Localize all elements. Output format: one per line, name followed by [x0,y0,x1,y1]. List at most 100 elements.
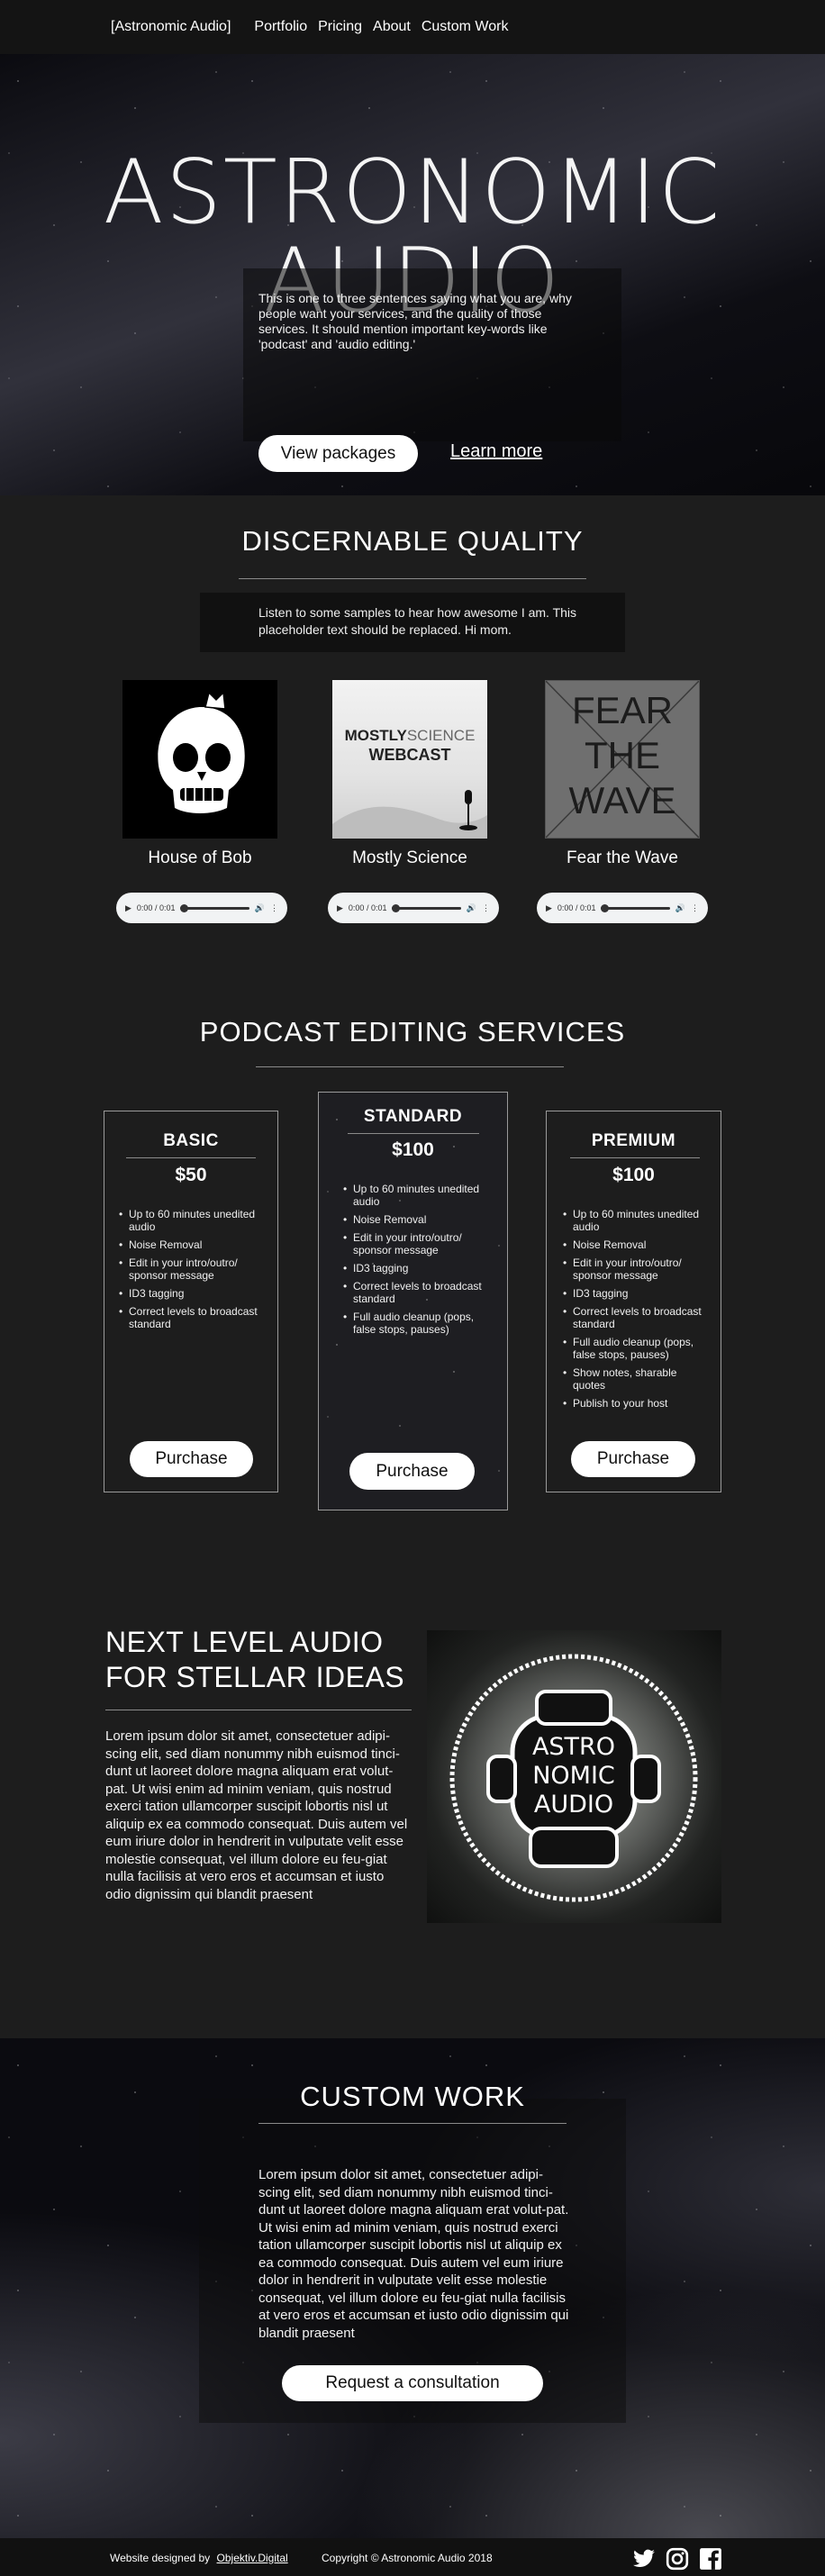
custom-work-heading: CUSTOM WORK [300,2081,525,2112]
plan-card-premium: PREMIUM $100 Up to 60 minutes unedited a… [546,1111,721,1492]
custom-work-divider [258,2123,567,2124]
about-heading-line-2: FOR STELLAR IDEAS [105,1661,405,1693]
quality-description: Listen to some samples to hear how aweso… [258,605,577,637]
view-packages-button[interactable]: View packages [258,435,418,472]
feature-item: Full audio cleanup (pops, false stops, p… [563,1336,709,1361]
feature-item: Noise Removal [343,1213,487,1226]
volume-icon[interactable]: 🔊 [255,903,265,913]
astronaut-logo-image: ASTRO NOMIC AUDIO [427,1630,721,1923]
audio-player-fear-the-wave[interactable]: ▶ 0:00 / 0:01 🔊 ⋮ [537,893,708,923]
more-options-icon[interactable]: ⋮ [482,903,490,913]
audio-time: 0:00 / 0:01 [348,903,387,912]
instagram-icon[interactable] [666,2547,689,2571]
artwork-text-webcast: WEBCAST [368,746,451,764]
artwork-text-the: THE [585,734,660,776]
footer-copyright: Copyright © Astronomic Audio 2018 [322,2552,493,2564]
plan-name: PREMIUM [591,1131,676,1150]
plan-card-standard: STANDARD $100 Up to 60 minutes unedited … [318,1092,508,1510]
plan-name: STANDARD [363,1107,463,1126]
microphone-icon [332,790,487,839]
feature-item: Correct levels to broadcast standard [119,1305,263,1330]
skull-icon [158,691,245,813]
feature-item: Up to 60 minutes unedited audio [563,1208,709,1233]
feature-item: Edit in your intro/outro/ sponsor messag… [119,1256,263,1282]
services-divider [256,1066,564,1067]
about-description: Lorem ipsum dolor sit amet, consectetuer… [105,1728,408,1902]
feature-item: Show notes, sharable quotes [563,1366,709,1392]
feature-item: Full audio cleanup (pops, false stops, p… [343,1311,487,1336]
play-icon[interactable]: ▶ [546,903,552,913]
top-nav: [Astronomic Audio] Portfolio Pricing Abo… [0,0,825,54]
feature-item: Edit in your intro/outro/ sponsor messag… [343,1231,487,1256]
plan-features: Up to 60 minutes unedited audio Noise Re… [119,1208,263,1336]
feature-item: Noise Removal [563,1238,709,1251]
audio-seek-bar[interactable] [392,903,461,912]
fear-the-wave-artwork: FEAR THE WAVE [545,680,700,839]
plan-features: Up to 60 minutes unedited audio Noise Re… [563,1208,709,1415]
feature-item: Correct levels to broadcast standard [343,1280,487,1305]
artwork-text-mostly: MOSTLY [344,727,407,744]
hero-description: This is one to three sentences saying wh… [258,291,572,351]
quality-heading: DISCERNABLE QUALITY [241,525,584,557]
nav-item-about[interactable]: About [373,19,411,35]
audio-time: 0:00 / 0:01 [136,903,176,912]
artwork-text-fear: FEAR [571,689,673,731]
feature-item: Correct levels to broadcast standard [563,1305,709,1330]
plan-price: $50 [175,1165,207,1185]
artwork-text-science: SCIENCE [406,727,476,744]
feature-item: ID3 tagging [563,1287,709,1300]
about-heading-line-1: NEXT LEVEL AUDIO [105,1626,384,1658]
nav-item-custom-work[interactable]: Custom Work [422,19,509,35]
feature-item: ID3 tagging [343,1262,487,1274]
footer-credit: Website designed by Objektiv.Digital [110,2552,288,2564]
feature-item: Up to 60 minutes unedited audio [119,1208,263,1233]
audio-player-house-of-bob[interactable]: ▶ 0:00 / 0:01 🔊 ⋮ [116,893,287,923]
about-heading: NEXT LEVEL AUDIO FOR STELLAR IDEAS [105,1625,404,1695]
plan-price: $100 [392,1139,434,1160]
mostly-science-artwork: MOSTLYSCIENCE WEBCAST [332,680,487,839]
feature-item: Up to 60 minutes unedited audio [343,1183,487,1208]
feature-item: Publish to your host [563,1397,709,1410]
nav-item-pricing[interactable]: Pricing [318,19,362,35]
feature-item: Edit in your intro/outro/ sponsor messag… [563,1256,709,1282]
audio-time: 0:00 / 0:01 [557,903,596,912]
logo-text-nomic: NOMIC [532,1762,615,1790]
volume-icon[interactable]: 🔊 [467,903,476,913]
nav-brand-link[interactable]: [Astronomic Audio] [111,19,231,35]
custom-work-description: Lorem ipsum dolor sit amet, consectetuer… [258,2167,569,2341]
audio-seek-bar[interactable] [601,903,670,912]
nav-item-portfolio[interactable]: Portfolio [254,19,307,35]
facebook-icon[interactable] [699,2547,722,2571]
volume-icon[interactable]: 🔊 [675,903,685,913]
play-icon[interactable]: ▶ [337,903,343,913]
play-icon[interactable]: ▶ [125,903,131,913]
purchase-button-premium[interactable]: Purchase [571,1441,695,1477]
feature-item: Noise Removal [119,1238,263,1251]
request-consultation-button[interactable]: Request a consultation [282,2365,543,2401]
learn-more-link[interactable]: Learn more [450,441,542,462]
more-options-icon[interactable]: ⋮ [691,903,699,913]
plan-features: Up to 60 minutes unedited audio Noise Re… [343,1183,487,1341]
footer: Website designed by Objektiv.Digital Cop… [0,2538,825,2576]
purchase-button-standard[interactable]: Purchase [349,1453,475,1490]
twitter-icon[interactable] [632,2547,656,2571]
sample-label-fear-the-wave: Fear the Wave [567,848,678,867]
footer-credit-prefix: Website designed by [110,2552,211,2564]
logo-text-astro: ASTRO [532,1733,615,1761]
logo-text-audio: AUDIO [534,1791,613,1819]
services-heading: PODCAST EDITING SERVICES [199,1016,626,1048]
plan-price: $100 [612,1165,655,1185]
sample-label-house-of-bob: House of Bob [148,848,252,867]
sample-label-mostly-science: Mostly Science [352,848,467,867]
artwork-text-wave: WAVE [568,779,676,821]
quality-divider [239,578,586,579]
purchase-button-basic[interactable]: Purchase [130,1441,253,1477]
more-options-icon[interactable]: ⋮ [270,903,278,913]
designer-link[interactable]: Objektiv.Digital [217,2552,288,2564]
plan-name: BASIC [163,1131,219,1150]
audio-player-mostly-science[interactable]: ▶ 0:00 / 0:01 🔊 ⋮ [328,893,499,923]
plan-card-basic: BASIC $50 Up to 60 minutes unedited audi… [104,1111,278,1492]
feature-item: ID3 tagging [119,1287,263,1300]
astronaut-helmet-icon: ASTRO NOMIC AUDIO [449,1654,698,1902]
audio-seek-bar[interactable] [180,903,249,912]
